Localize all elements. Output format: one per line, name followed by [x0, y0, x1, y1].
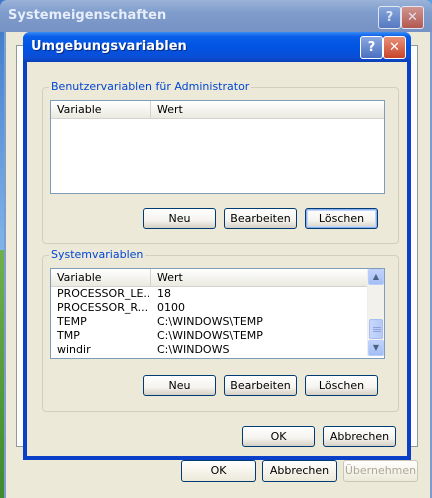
scroll-down-icon[interactable]: ▼ — [368, 340, 384, 356]
help-icon[interactable]: ? — [378, 6, 401, 29]
user-variables-list[interactable]: Variable Wert — [50, 100, 385, 194]
system-new-button[interactable]: Neu — [143, 375, 216, 396]
outer-apply-button: Übernehmen — [343, 460, 418, 482]
outer-ok-button[interactable]: OK — [181, 460, 256, 482]
close-icon[interactable]: ✕ — [383, 36, 406, 59]
vertical-scrollbar[interactable]: ▲ ▼ — [367, 269, 384, 356]
system-variables-label: Systemvariablen — [49, 248, 146, 261]
list-header: Variable Wert — [51, 101, 384, 119]
user-new-button[interactable]: Neu — [143, 208, 216, 229]
row-value: C:\WINDOWS\TEMP — [157, 329, 263, 342]
system-variables-list[interactable]: Variable Wert PROCESSOR_LE... 18 PROCESS… — [50, 268, 385, 359]
row-variable: TEMP — [57, 315, 87, 328]
row-variable: PROCESSOR_R... — [57, 301, 149, 314]
row-value: C:\WINDOWS — [157, 343, 230, 356]
row-variable: TMP — [57, 329, 80, 342]
dialog-titlebar[interactable]: Umgebungsvariablen ? ✕ — [23, 32, 411, 62]
column-header-value[interactable]: Wert — [151, 101, 384, 118]
user-edit-button[interactable]: Bearbeiten — [224, 208, 297, 229]
environment-variables-dialog: Umgebungsvariablen ? ✕ Benutzervariablen… — [23, 32, 411, 460]
row-value: C:\WINDOWS\TEMP — [157, 315, 263, 328]
dialog-title: Umgebungsvariablen — [31, 39, 187, 54]
ok-button[interactable]: OK — [242, 426, 315, 447]
user-variables-label: Benutzervariablen für Administrator — [49, 80, 252, 93]
column-header-variable[interactable]: Variable — [51, 101, 151, 118]
row-value: 0100 — [157, 301, 185, 314]
system-edit-button[interactable]: Bearbeiten — [224, 375, 297, 396]
row-variable: windir — [57, 343, 91, 356]
outer-cancel-button[interactable]: Abbrechen — [262, 460, 337, 482]
close-icon[interactable]: ✕ — [401, 6, 424, 29]
help-icon[interactable]: ? — [360, 36, 383, 59]
list-header: Variable Wert — [51, 269, 367, 287]
column-header-value[interactable]: Wert — [151, 269, 367, 286]
system-variables-group: Systemvariablen Variable Wert PROCESSOR_… — [42, 248, 399, 412]
row-variable: PROCESSOR_LE... — [57, 287, 149, 300]
row-value: 18 — [157, 287, 171, 300]
scrollbar-thumb[interactable] — [369, 319, 383, 339]
dialog-body: Benutzervariablen für Administrator Vari… — [27, 62, 407, 456]
scroll-up-icon[interactable]: ▲ — [368, 269, 384, 285]
cancel-button[interactable]: Abbrechen — [323, 426, 396, 447]
system-properties-titlebar[interactable]: Systemeigenschaften ? ✕ — [0, 0, 432, 32]
user-variables-group: Benutzervariablen für Administrator Vari… — [42, 80, 399, 244]
user-delete-button[interactable]: Löschen — [305, 208, 378, 229]
system-properties-title: Systemeigenschaften — [8, 8, 167, 23]
system-delete-button[interactable]: Löschen — [305, 375, 378, 396]
column-header-variable[interactable]: Variable — [51, 269, 151, 286]
